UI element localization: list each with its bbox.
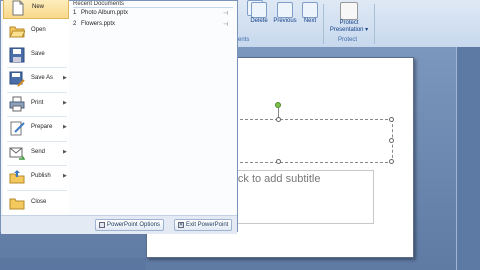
open-folder-icon <box>9 26 25 38</box>
submenu-arrow-icon: ▶ <box>63 75 67 81</box>
recent-document-item[interactable]: 1 Photo Album.pptx ⊣ <box>73 10 233 20</box>
delete-comment-button[interactable]: Delete <box>248 2 270 33</box>
menu-item-save-as[interactable]: Save As ▶ <box>3 67 69 91</box>
recent-document-number: 1 <box>73 10 77 16</box>
menu-item-label: Save <box>31 51 45 57</box>
menu-item-label: Send <box>31 149 46 155</box>
exit-powerpoint-button[interactable]: ✕ Exit PowerPoint <box>174 219 233 231</box>
powerpoint-options-label: PowerPoint Options <box>107 222 161 228</box>
submenu-arrow-icon: ▶ <box>63 124 67 130</box>
powerpoint-options-button[interactable]: PowerPoint Options <box>95 219 165 231</box>
delete-comment-icon <box>251 2 267 18</box>
recent-document-item[interactable]: 2 Flowers.pptx ⊣ <box>73 21 233 31</box>
submenu-arrow-icon: ▶ <box>63 173 67 179</box>
next-comment-button[interactable]: Next <box>300 2 320 33</box>
office-menu-commands: New Open Save Save As ▶ Print ▶ Prepare … <box>3 0 70 215</box>
protect-group-label: Protect <box>338 37 358 43</box>
recent-document-name: Photo Album.pptx <box>81 10 129 16</box>
menu-item-open[interactable]: Open <box>3 19 69 43</box>
recent-documents-header: Recent Documents <box>73 1 233 8</box>
menu-item-label: Prepare <box>31 124 53 130</box>
options-icon <box>99 222 105 228</box>
protect-presentation-label: Protect Presentation ▾ <box>329 20 369 33</box>
recent-documents-panel: Recent Documents 1 Photo Album.pptx ⊣ 2 … <box>69 1 237 215</box>
ribbon-separator <box>323 4 324 44</box>
submenu-arrow-icon: ▶ <box>63 100 67 106</box>
subtitle-placeholder-text: lick to add subtitle <box>233 173 321 185</box>
workspace-scrollbar[interactable] <box>456 47 480 270</box>
prepare-icon <box>10 121 25 136</box>
menu-item-close[interactable]: Close <box>3 191 69 215</box>
exit-powerpoint-label: Exit PowerPoint <box>186 222 229 228</box>
next-label: Next <box>303 18 317 24</box>
previous-comment-button[interactable]: Previous <box>271 2 299 33</box>
menu-item-new[interactable]: New <box>3 0 69 19</box>
delete-label: Delete <box>250 18 268 24</box>
resize-handle-bottom-right[interactable] <box>389 159 394 164</box>
menu-item-save[interactable]: Save <box>3 43 69 67</box>
publish-icon <box>9 170 25 184</box>
printer-icon <box>9 96 25 112</box>
resize-handle-bottom[interactable] <box>276 159 281 164</box>
menu-item-label: New <box>32 4 45 10</box>
pin-icon[interactable]: ⊣ <box>223 21 228 28</box>
ribbon-separator <box>374 4 375 44</box>
submenu-arrow-icon: ▶ <box>63 149 67 155</box>
protect-presentation-icon <box>340 2 358 20</box>
resize-handle-right[interactable] <box>389 138 394 143</box>
office-menu: New Open Save Save As ▶ Print ▶ Prepare … <box>0 0 238 234</box>
protect-presentation-button[interactable]: Protect Presentation ▾ <box>326 2 372 33</box>
menu-item-label: Save As <box>31 75 54 81</box>
resize-handle-top[interactable] <box>276 117 281 122</box>
office-menu-footer: PowerPoint Options ✕ Exit PowerPoint <box>1 215 237 234</box>
menu-item-publish[interactable]: Publish ▶ <box>3 165 69 189</box>
new-document-icon <box>12 0 24 16</box>
recent-document-name: Flowers.pptx <box>81 21 116 27</box>
status-strip <box>0 258 146 270</box>
recent-document-number: 2 <box>73 21 77 27</box>
pin-icon[interactable]: ⊣ <box>223 10 228 17</box>
next-comment-icon <box>302 2 318 18</box>
save-disk-icon <box>9 47 25 63</box>
save-as-icon <box>9 71 25 87</box>
menu-item-label: Print <box>31 100 44 106</box>
menu-item-print[interactable]: Print ▶ <box>3 92 69 116</box>
menu-item-label: Open <box>31 27 46 33</box>
close-folder-icon <box>9 198 25 210</box>
comments-group-label: ents <box>238 37 250 43</box>
close-icon: ✕ <box>178 222 184 228</box>
menu-item-prepare[interactable]: Prepare ▶ <box>3 116 69 140</box>
rotation-handle[interactable] <box>275 102 281 108</box>
menu-item-label: Publish <box>31 173 51 179</box>
previous-label: Previous <box>273 18 297 24</box>
previous-comment-icon <box>277 2 293 18</box>
send-icon <box>9 147 25 160</box>
menu-item-label: Close <box>31 199 47 205</box>
menu-item-send[interactable]: Send ▶ <box>3 141 69 165</box>
resize-handle-top-right[interactable] <box>389 117 394 122</box>
